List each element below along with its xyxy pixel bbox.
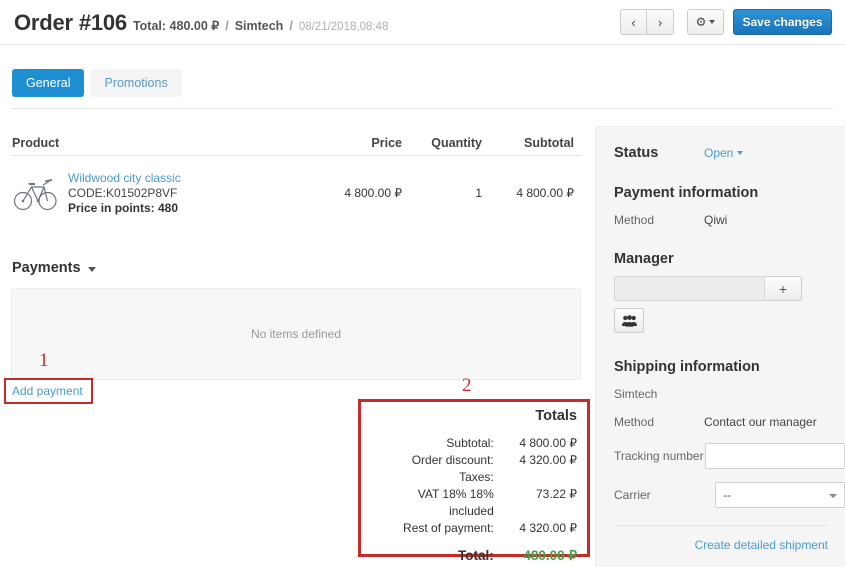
product-info: Wildwood city classic CODE:K01502P8VF Pr… [68,171,181,216]
chevron-down-icon[interactable] [87,267,96,272]
chevron-down-icon [829,494,837,498]
payments-title: Payments [12,260,81,276]
shipping-method-row: Method Contact our manager [614,415,845,429]
payment-method-row: Method Qiwi [614,213,845,227]
manager-input[interactable] [614,276,765,301]
add-payment-link[interactable]: Add payment [12,384,83,398]
payment-information-title: Payment information [614,185,759,201]
manager-input-group: + [614,276,845,301]
create-detailed-shipment-link[interactable]: Create detailed shipment [695,538,828,552]
totals-title: Totals [535,408,577,424]
tab-bar: General Promotions [12,69,182,97]
page-header: Order #106 Total: 480.00 ₽ / Simtech / 0… [0,0,845,45]
payment-method-label: Method [614,213,655,227]
totals-label: Taxes: [459,470,494,484]
totals-row: Subtotal: 4 800.00 ₽ [371,435,577,452]
totals-row: VAT 18% 18% included 73.22 ₽ [371,486,577,520]
carrier-label: Carrier [614,488,651,502]
column-product: Product [12,136,60,150]
product-points: Price in points: 480 [68,200,179,215]
products-table: Product Price Quantity Subtotal Wildwood… [12,128,582,221]
save-changes-button[interactable]: Save changes [733,9,832,35]
shipping-method-value: Contact our manager [704,415,817,429]
order-number: Order #106 [14,10,127,35]
status-title: Status [614,145,659,161]
tracking-number-input[interactable] [705,443,845,469]
shipping-company: Simtech [614,387,658,401]
totals-label: Subtotal: [446,436,494,450]
totals-row: Taxes: [371,469,577,486]
title-separator-2: / [289,19,293,33]
manager-add-button[interactable]: + [765,276,802,301]
order-date: 08/21/2018,08:48 [298,21,389,33]
order-total-label: Total: 480.00 ₽ [132,19,220,33]
product-price: 4 800.00 ₽ [344,186,402,200]
totals-label: Order discount: [411,453,494,467]
no-items-text: No items defined [250,327,342,341]
payment-method-value: Qiwi [704,213,728,227]
title-separator-1: / [225,19,229,33]
shipping-information-title: Shipping information [614,359,760,375]
status-badge: Open [704,146,734,160]
create-shipment-row: Create detailed shipment [614,538,828,552]
annotation-marker-1: 1 [39,350,49,371]
order-company: Simtech [234,19,284,33]
users-icon [621,314,637,327]
totals-label: VAT 18% 18% included [417,487,494,518]
add-payment-highlight-box: Add payment [4,378,93,404]
tab-promotions[interactable]: Promotions [90,69,182,97]
totals-value: 4 800.00 ₽ [519,436,577,450]
totals-row: Order discount: 4 320.00 ₽ [371,452,577,469]
column-quantity: Quantity [431,136,482,150]
product-quantity: 1 [475,186,482,200]
totals-value: 73.22 ₽ [536,487,577,501]
shipping-method-label: Method [614,415,655,429]
totals-value: 4 320.00 ₽ [519,453,577,467]
tracking-number-row: Tracking number [614,443,845,469]
product-code: CODE:K01502P8VF [68,185,178,200]
column-subtotal: Subtotal [524,136,574,150]
carrier-row: Carrier -- [614,482,845,508]
payments-empty-box: No items defined [11,288,581,380]
product-cell: Wildwood city classic CODE:K01502P8VF Pr… [12,171,312,216]
tab-divider [12,108,833,109]
next-order-button[interactable]: › [647,9,674,35]
gear-icon: ⚙ [695,15,707,29]
status-section: Status Open [614,145,845,165]
settings-dropdown-button[interactable]: ⚙ [687,9,724,35]
table-row: Wildwood city classic CODE:K01502P8VF Pr… [12,156,582,221]
totals-panel: Totals Subtotal: 4 800.00 ₽ Order discou… [358,399,590,563]
totals-grand-row: Total: 480.00 ₽ [371,547,577,564]
totals-label: Rest of payment: [403,521,494,535]
tracking-number-label: Tracking number [614,449,704,463]
grand-total-label: Total: [458,548,494,563]
order-sidebar: Status Open Payment information Method Q… [595,126,845,567]
payments-section-header: Payments [12,260,96,276]
product-subtotal: 4 800.00 ₽ [516,186,574,200]
totals-value: 4 320.00 ₽ [519,521,577,535]
tab-general[interactable]: General [12,69,85,97]
previous-order-button[interactable]: ‹ [620,9,647,35]
products-table-header: Product Price Quantity Subtotal [12,128,582,156]
totals-row: Rest of payment: 4 320.00 ₽ [371,520,577,537]
status-dropdown[interactable]: Open [704,146,744,160]
carrier-select[interactable]: -- [715,482,845,508]
column-price: Price [371,136,402,150]
chevron-down-icon [737,151,744,155]
shipping-divider [614,525,828,526]
bicycle-thumbnail-icon[interactable] [12,175,59,213]
manager-title: Manager [614,251,674,267]
annotation-marker-2: 2 [462,375,472,396]
page-title: Order #106 Total: 480.00 ₽ / Simtech / 0… [14,10,388,36]
grand-total-value: 480.00 ₽ [523,548,577,563]
product-name-link[interactable]: Wildwood city classic [68,171,181,186]
manager-users-button[interactable] [614,308,644,333]
chevron-down-icon [709,20,716,24]
carrier-selected-value: -- [723,488,732,502]
